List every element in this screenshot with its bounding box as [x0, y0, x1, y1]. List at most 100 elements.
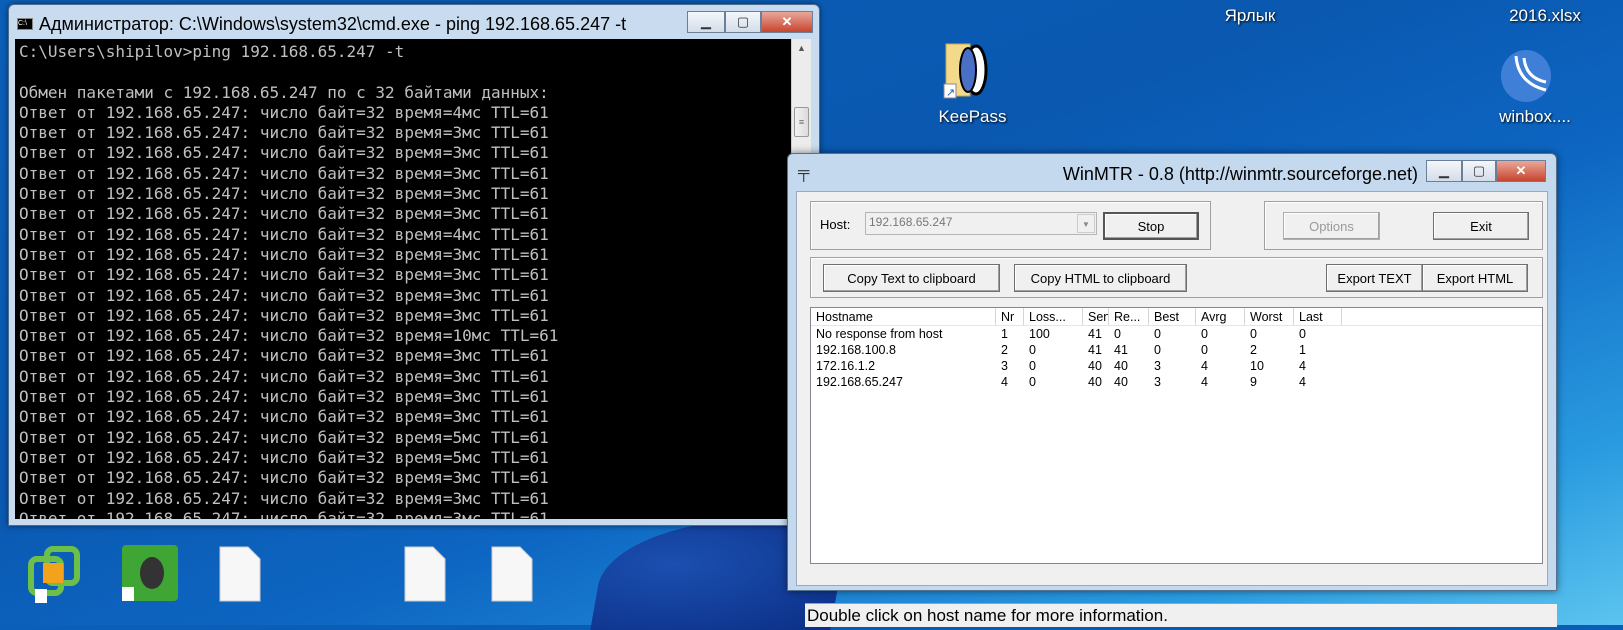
column-header[interactable]: Nr: [996, 308, 1024, 325]
export-group: Copy Text to clipboard Copy HTML to clip…: [810, 257, 1543, 298]
table-cell: 0: [1114, 327, 1121, 341]
exit-button[interactable]: Exit: [1433, 212, 1529, 240]
minimize-button[interactable]: ▁: [1426, 160, 1462, 182]
column-header[interactable]: Re...: [1109, 308, 1149, 325]
console-line: Ответ от 192.168.65.247: число байт=32 в…: [19, 447, 549, 467]
console-line: Ответ от 192.168.65.247: число байт=32 в…: [19, 305, 549, 325]
table-row[interactable]: 192.168.65.247 4 0 40 40 3 4 9 4: [811, 374, 1542, 390]
desktop-icon-label[interactable]: 2016.xlsx: [1505, 6, 1585, 26]
console-line: Ответ от 192.168.65.247: число байт=32 в…: [19, 143, 549, 163]
column-header[interactable]: Loss...: [1024, 308, 1083, 325]
table-cell: 0: [1029, 375, 1036, 389]
winmtr-caption-buttons: ▁ ▢ ✕: [1426, 160, 1546, 182]
column-header[interactable]: Best: [1149, 308, 1196, 325]
column-header[interactable]: Hostname: [811, 308, 996, 325]
console-line: Ответ от 192.168.65.247: число байт=32 в…: [19, 244, 549, 264]
table-cell: 2: [1001, 343, 1008, 357]
table-body: No response from host 1 100 41 0 0 0 0 0 192.168.…: [811, 326, 1542, 390]
status-bar: Double click on host name for more infor…: [805, 603, 1557, 627]
copy-text-button[interactable]: Copy Text to clipboard: [823, 264, 1000, 292]
console-output[interactable]: C:\Users\shipilov>ping 192.168.65.247 -t…: [15, 39, 791, 519]
console-line: Ответ от 192.168.65.247: число байт=32 в…: [19, 488, 549, 508]
cmd-caption-buttons: ▁ ▢ ✕: [687, 11, 813, 33]
cmd-titlebar[interactable]: C:\ Администратор: C:\Windows\system32\c…: [17, 11, 626, 37]
table-cell: 40: [1088, 359, 1102, 373]
maximize-button[interactable]: ▢: [725, 11, 761, 33]
table-cell: 41: [1088, 327, 1102, 341]
table-cell: 1: [1001, 327, 1008, 341]
table-cell: 3: [1154, 375, 1161, 389]
close-button[interactable]: ✕: [761, 11, 813, 33]
console-line: C:\Users\shipilov>ping 192.168.65.247 -t: [19, 42, 405, 61]
close-button[interactable]: ✕: [1496, 160, 1546, 182]
winbox-icon[interactable]: [1498, 48, 1554, 109]
table-header: Hostname Nr Loss... Sent Re... Best Avrg…: [811, 308, 1542, 326]
column-header[interactable]: Last: [1294, 308, 1342, 325]
hops-table[interactable]: Hostname Nr Loss... Sent Re... Best Avrg…: [810, 307, 1543, 564]
desktop-icon-label[interactable]: Ярлык: [1215, 6, 1285, 26]
table-cell: 0: [1201, 327, 1208, 341]
file-icon[interactable]: [218, 545, 262, 608]
table-cell: 41: [1114, 343, 1128, 357]
hostname-cell: 172.16.1.2: [816, 359, 876, 373]
console-line: Ответ от 192.168.65.247: число байт=32 в…: [19, 346, 549, 366]
cmd-window[interactable]: C:\ Администратор: C:\Windows\system32\c…: [8, 4, 820, 526]
console-line: Ответ от 192.168.65.247: число байт=32 в…: [19, 265, 549, 285]
winmtr-app-icon: ╤: [798, 164, 810, 181]
table-row[interactable]: No response from host 1 100 41 0 0 0 0 0: [811, 326, 1542, 342]
maximize-button[interactable]: ▢: [1462, 160, 1496, 182]
console-line: Ответ от 192.168.65.247: число байт=32 в…: [19, 387, 549, 407]
column-header[interactable]: Sent: [1083, 308, 1109, 325]
table-cell: 2: [1250, 343, 1257, 357]
scroll-up-arrow-icon[interactable]: ▲: [792, 39, 811, 57]
minimize-button[interactable]: ▁: [687, 11, 725, 33]
winmtr-window[interactable]: ╤ WinMTR - 0.8 (http://winmtr.sourceforg…: [787, 153, 1557, 627]
copy-html-button[interactable]: Copy HTML to clipboard: [1014, 264, 1187, 292]
export-html-button[interactable]: Export HTML: [1422, 264, 1528, 292]
file-icon[interactable]: [490, 545, 534, 608]
column-header[interactable]: Avrg: [1196, 308, 1245, 325]
cmd-app-icon: C:\: [17, 18, 33, 30]
hostname-cell: No response from host: [816, 327, 943, 341]
host-label: Host:: [820, 217, 851, 232]
options-button[interactable]: Options: [1283, 212, 1380, 240]
table-cell: 41: [1088, 343, 1102, 357]
table-cell: 0: [1250, 327, 1257, 341]
export-text-button[interactable]: Export TEXT: [1326, 264, 1423, 292]
file-icon[interactable]: [403, 545, 447, 608]
table-cell: 3: [1001, 359, 1008, 373]
stop-button[interactable]: Stop: [1103, 212, 1199, 240]
evernote-icon[interactable]: [120, 543, 180, 608]
keepass-label[interactable]: KeePass: [925, 107, 1020, 127]
table-row[interactable]: 192.168.100.8 2 0 41 41 0 0 2 1: [811, 342, 1542, 358]
console-line: Ответ от 192.168.65.247: число байт=32 в…: [19, 468, 549, 488]
table-cell: 3: [1154, 359, 1161, 373]
console-line: Ответ от 192.168.65.247: число байт=32 в…: [19, 285, 549, 305]
console-line: Ответ от 192.168.65.247: число байт=32 в…: [19, 163, 549, 183]
keepass-icon[interactable]: ↗: [940, 42, 1000, 107]
host-combobox[interactable]: 192.168.65.247 ▼: [865, 212, 1097, 235]
table-row[interactable]: 172.16.1.2 3 0 40 40 3 4 10 4: [811, 358, 1542, 374]
chevron-down-icon[interactable]: ▼: [1077, 214, 1095, 233]
console-line: Ответ от 192.168.65.247: число байт=32 в…: [19, 123, 549, 143]
winmtr-client: Host: 192.168.65.247 ▼ Stop Options Exit …: [796, 191, 1557, 627]
table-cell: 0: [1029, 343, 1036, 357]
console-line: Ответ от 192.168.65.247: число байт=32 в…: [19, 224, 549, 244]
column-header[interactable]: Worst: [1245, 308, 1294, 325]
table-cell: 0: [1299, 327, 1306, 341]
console-line: Обмен пакетами с 192.168.65.247 по с 32 …: [19, 82, 549, 102]
winmtr-title: WinMTR - 0.8 (http://winmtr.sourceforge.…: [1062, 164, 1418, 184]
table-cell: 4: [1201, 359, 1208, 373]
scroll-thumb[interactable]: ≡: [794, 107, 809, 137]
vsphere-client-icon[interactable]: [25, 545, 85, 610]
cmd-title: Администратор: C:\Windows\system32\cmd.e…: [39, 13, 627, 34]
hostname-cell: 192.168.65.247: [816, 375, 903, 389]
console-line: Ответ от 192.168.65.247: число байт=32 в…: [19, 366, 549, 386]
table-cell: 4: [1001, 375, 1008, 389]
table-cell: 4: [1201, 375, 1208, 389]
table-cell: 0: [1154, 343, 1161, 357]
table-cell: 40: [1114, 375, 1128, 389]
hostname-cell: 192.168.100.8: [816, 343, 896, 357]
winbox-label[interactable]: winbox....: [1490, 107, 1580, 127]
svg-text:↗: ↗: [946, 87, 955, 99]
